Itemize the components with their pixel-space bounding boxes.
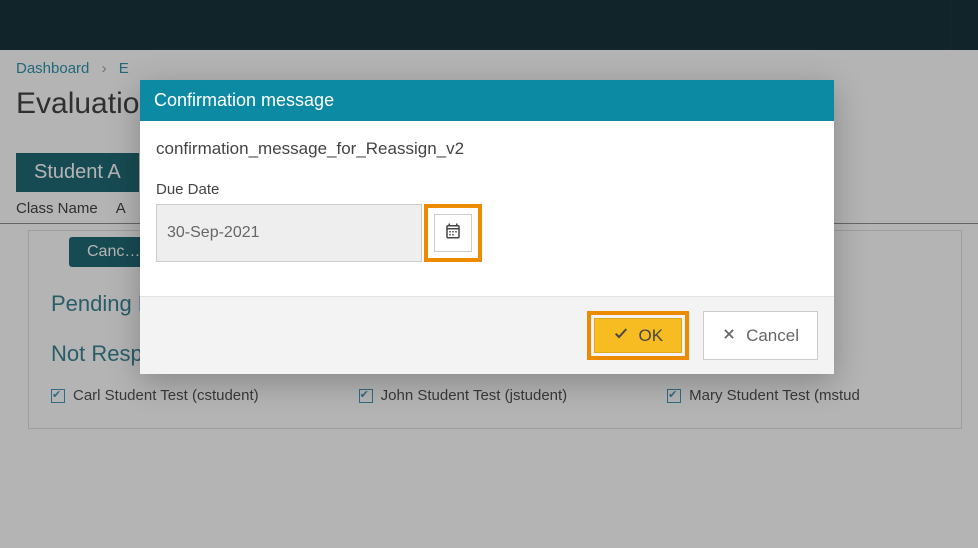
due-date-label: Due Date	[156, 181, 818, 198]
ok-button[interactable]: OK	[594, 318, 683, 353]
close-icon	[722, 326, 736, 346]
modal-title: Confirmation message	[140, 80, 834, 121]
calendar-icon	[444, 222, 462, 245]
ok-label: OK	[639, 326, 664, 346]
cancel-label: Cancel	[746, 326, 799, 346]
modal-message: confirmation_message_for_Reassign_v2	[156, 139, 818, 159]
confirmation-modal: Confirmation message confirmation_messag…	[140, 80, 834, 374]
cancel-button[interactable]: Cancel	[703, 311, 818, 360]
highlight-date-picker	[424, 204, 482, 262]
check-icon	[613, 325, 629, 346]
highlight-ok-button: OK	[587, 311, 690, 360]
modal-footer: OK Cancel	[140, 296, 834, 374]
due-date-input[interactable]	[156, 204, 422, 262]
date-picker-button[interactable]	[434, 214, 472, 252]
